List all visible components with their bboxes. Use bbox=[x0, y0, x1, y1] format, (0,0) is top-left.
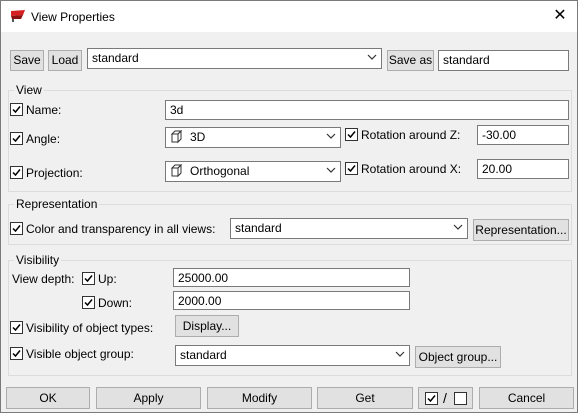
chevron-down-icon bbox=[326, 133, 336, 139]
up-label: Up: bbox=[98, 272, 117, 286]
rotation-x-input[interactable]: 20.00 bbox=[477, 159, 569, 179]
config-select[interactable]: standard bbox=[87, 48, 382, 69]
object-group-label: Visible object group: bbox=[26, 347, 134, 361]
display-button[interactable]: Display... bbox=[175, 315, 239, 337]
toggle-all-button[interactable]: / bbox=[418, 387, 473, 409]
checkmark-icon bbox=[12, 169, 21, 177]
save-as-button[interactable]: Save as bbox=[387, 50, 434, 71]
title-bar: View Properties ✕ bbox=[1, 1, 577, 32]
cube-icon bbox=[170, 130, 183, 144]
modify-button[interactable]: Modify bbox=[207, 387, 312, 409]
checkmark-icon bbox=[347, 165, 356, 173]
checkmark-icon bbox=[12, 106, 21, 114]
view-properties-dialog: View Properties ✕ Save Load standard Sav… bbox=[0, 0, 578, 413]
cube-icon bbox=[170, 164, 183, 178]
object-group-button[interactable]: Object group... bbox=[415, 346, 501, 368]
chevron-down-icon bbox=[453, 224, 463, 230]
checked-box-icon bbox=[425, 392, 438, 405]
color-transparency-select[interactable]: standard bbox=[230, 218, 468, 239]
object-types-label: Visibility of object types: bbox=[26, 321, 154, 335]
view-legend: View bbox=[14, 83, 44, 97]
checkmark-icon bbox=[12, 135, 21, 143]
down-label: Down: bbox=[98, 296, 133, 310]
angle-label: Angle: bbox=[26, 132, 61, 146]
cancel-button[interactable]: Cancel bbox=[479, 387, 574, 409]
color-transparency-value: standard bbox=[235, 221, 282, 235]
object-group-select[interactable]: standard bbox=[175, 345, 410, 366]
angle-select-value: 3D bbox=[190, 130, 206, 144]
checkmark-icon bbox=[84, 275, 93, 283]
apply-button[interactable]: Apply bbox=[96, 387, 201, 409]
angle-checkbox[interactable] bbox=[10, 132, 23, 145]
rotation-z-input[interactable]: -30.00 bbox=[477, 125, 569, 145]
color-transparency-label: Color and transparency in all views: bbox=[26, 222, 216, 236]
save-button[interactable]: Save bbox=[10, 50, 44, 71]
name-label: Name: bbox=[26, 103, 62, 117]
up-checkbox[interactable] bbox=[82, 272, 95, 285]
load-button[interactable]: Load bbox=[48, 50, 82, 71]
up-input[interactable]: 25000.00 bbox=[173, 268, 410, 287]
unchecked-box-icon bbox=[454, 392, 467, 405]
rotation-z-label: Rotation around Z: bbox=[361, 128, 461, 142]
rotation-x-label: Rotation around X: bbox=[361, 162, 462, 176]
view-depth-label: View depth: bbox=[12, 272, 75, 286]
checkmark-icon bbox=[347, 131, 356, 139]
chevron-down-icon bbox=[326, 167, 336, 173]
projection-select-value: Orthogonal bbox=[190, 164, 250, 178]
representation-button[interactable]: Representation... bbox=[473, 219, 569, 241]
color-transparency-checkbox[interactable] bbox=[10, 222, 23, 235]
rotation-z-checkbox[interactable] bbox=[345, 128, 358, 141]
chevron-down-icon bbox=[367, 54, 377, 60]
visibility-legend: Visibility bbox=[14, 253, 62, 267]
save-as-input[interactable]: standard bbox=[438, 50, 569, 71]
checkmark-icon bbox=[427, 395, 436, 403]
projection-select[interactable]: Orthogonal bbox=[165, 161, 341, 182]
checkmark-icon bbox=[12, 350, 21, 358]
toggle-slash: / bbox=[443, 390, 447, 406]
app-icon bbox=[11, 10, 25, 22]
config-select-value: standard bbox=[92, 51, 139, 65]
projection-label: Projection: bbox=[26, 166, 83, 180]
checkmark-icon bbox=[12, 225, 21, 233]
close-icon[interactable]: ✕ bbox=[549, 6, 571, 26]
get-button[interactable]: Get bbox=[317, 387, 413, 409]
down-input[interactable]: 2000.00 bbox=[173, 291, 410, 310]
object-types-checkbox[interactable] bbox=[10, 321, 23, 334]
angle-select[interactable]: 3D bbox=[165, 127, 341, 148]
window-title: View Properties bbox=[31, 10, 115, 24]
checkmark-icon bbox=[12, 324, 21, 332]
down-checkbox[interactable] bbox=[82, 296, 95, 309]
projection-checkbox[interactable] bbox=[10, 166, 23, 179]
name-input[interactable]: 3d bbox=[165, 100, 569, 120]
representation-legend: Representation bbox=[14, 197, 100, 211]
rotation-x-checkbox[interactable] bbox=[345, 162, 358, 175]
ok-button[interactable]: OK bbox=[6, 387, 90, 409]
chevron-down-icon bbox=[395, 351, 405, 357]
object-group-value: standard bbox=[180, 348, 227, 362]
name-checkbox[interactable] bbox=[10, 103, 23, 116]
object-group-checkbox[interactable] bbox=[10, 347, 23, 360]
checkmark-icon bbox=[84, 299, 93, 307]
